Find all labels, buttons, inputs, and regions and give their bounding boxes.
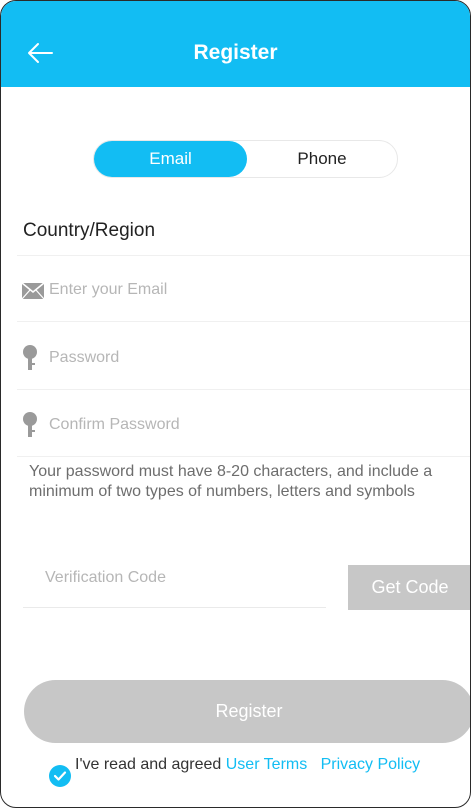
privacy-policy-link[interactable]: Privacy Policy [321,756,421,773]
agree-label: I've read and agreed [75,756,222,773]
key-icon [21,345,45,370]
get-code-button[interactable]: Get Code [348,565,470,610]
agree-text-block: I've read and agreed User Terms Privacy … [75,755,447,775]
checkmark-circle-icon[interactable] [49,765,71,787]
confirm-password-field[interactable]: Confirm Password [17,391,470,457]
email-field[interactable]: Enter your Email [17,256,470,322]
login-method-toggle: Email Phone [93,140,398,178]
confirm-password-placeholder: Confirm Password [49,416,180,433]
tab-phone[interactable]: Phone [247,141,397,177]
tab-email[interactable]: Email [94,141,247,177]
email-placeholder: Enter your Email [49,281,168,298]
terms-agreement: I've read and agreed User Terms Privacy … [49,755,449,799]
verification-placeholder: Verification Code [45,569,166,586]
phone-screen: Register Email Phone Country/Region Ente… [0,0,471,808]
password-rules-hint: Your password must have 8-20 characters,… [29,463,433,500]
user-terms-link[interactable]: User Terms [226,756,308,773]
envelope-icon [21,278,45,302]
app-header: Register [1,1,470,87]
register-button[interactable]: Register [24,680,470,743]
country-region-selector[interactable]: Country/Region [23,220,155,242]
password-field[interactable]: Password [17,324,470,390]
verification-code-field[interactable]: Verification Code [23,557,326,608]
key-icon [21,412,45,437]
password-placeholder: Password [49,349,120,366]
page-title: Register [193,41,278,64]
